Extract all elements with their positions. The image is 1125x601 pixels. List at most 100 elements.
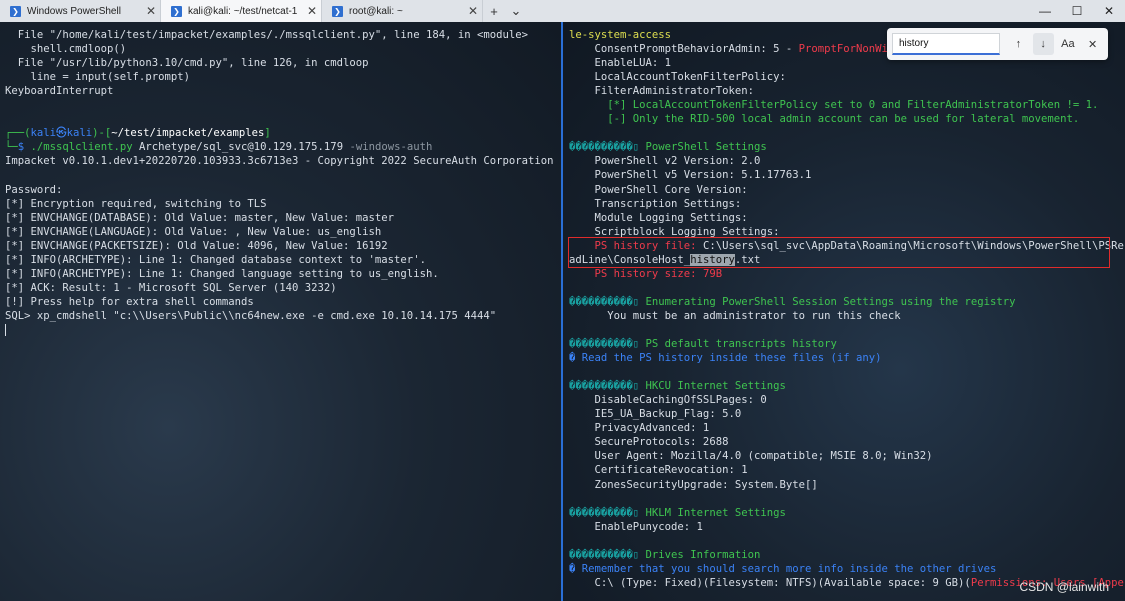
terminal-text: [!] Press help for extra shell commands xyxy=(5,295,254,308)
terminal-line: Scriptblock Logging Settings: xyxy=(569,225,1125,239)
tab-windows-powershell[interactable]: ❯ Windows PowerShell ✕ xyxy=(0,0,161,22)
terminal-text: $ xyxy=(17,141,31,154)
terminal-text: ZonesSecurityUpgrade: System.Byte[] xyxy=(569,478,818,491)
terminal-line: PowerShell v5 Version: 5.1.17763.1 xyxy=(569,168,1125,182)
find-next-button[interactable]: ↓ xyxy=(1032,33,1054,55)
powershell-icon: ❯ xyxy=(171,5,182,17)
find-previous-button[interactable]: ↑ xyxy=(1008,33,1029,55)
terminal-text: [-] Only the RID-500 local admin account… xyxy=(569,113,1080,126)
terminal-line: You must be an administrator to run this… xyxy=(569,309,1125,323)
terminal-line: DisableCachingOfSSLPages: 0 xyxy=(569,393,1125,407)
close-tab-icon[interactable]: ✕ xyxy=(464,4,482,18)
terminal-text: [*] Encryption required, switching to TL… xyxy=(5,197,267,210)
terminal-text: Password: xyxy=(5,183,63,196)
tab-root-kali[interactable]: ❯ root@kali: ~ ✕ xyxy=(322,0,483,22)
right-terminal-pane[interactable]: le-system-access ConsentPromptBehaviorAd… xyxy=(563,22,1125,601)
terminal-text: ���������� xyxy=(569,295,633,308)
terminal-text: Drives Information xyxy=(645,548,761,561)
terminal-text: File "/home/kali/test/impacket/examples/… xyxy=(5,29,528,41)
terminal-text: ���������� xyxy=(569,506,633,519)
terminal-text: PS history size: xyxy=(569,267,703,280)
terminal-line: PrivacyAdvanced: 1 xyxy=(569,421,1125,435)
terminal-text: ▯ xyxy=(632,141,646,154)
terminal-text: Transcription Settings: xyxy=(569,197,742,210)
tab-bar: ❯ Windows PowerShell ✕ ❯ kali@kali: ~/te… xyxy=(0,0,1125,22)
terminal-line: [*] ENVCHANGE(LANGUAGE): Old Value: , Ne… xyxy=(5,225,561,239)
terminal-text: ���������� xyxy=(569,380,633,393)
terminal-line: File "/usr/lib/python3.10/cmd.py", line … xyxy=(5,56,561,70)
terminal-text: KeyboardInterrupt xyxy=(5,85,114,98)
terminal-text: [*] ENVCHANGE(DATABASE): Old Value: mast… xyxy=(5,211,395,224)
close-tab-icon[interactable]: ✕ xyxy=(303,4,321,18)
left-terminal-pane[interactable]: File "/home/kali/test/impacket/examples/… xyxy=(0,22,561,601)
close-tab-icon[interactable]: ✕ xyxy=(142,4,160,18)
tab-label: root@kali: ~ xyxy=(349,5,403,17)
terminal-text: ┌──( xyxy=(5,127,31,140)
terminal-text: File "/usr/lib/python3.10/cmd.py", line … xyxy=(5,57,369,70)
terminal-line: KeyboardInterrupt xyxy=(5,84,561,98)
terminal-text: [*] ENVCHANGE(LANGUAGE): Old Value: , Ne… xyxy=(5,225,382,238)
terminal-text: ] xyxy=(264,127,271,140)
terminal-line: [*] ENVCHANGE(DATABASE): Old Value: mast… xyxy=(5,211,561,225)
terminal-text: LocalAccountTokenFilterPolicy: xyxy=(569,71,786,84)
terminal-text: You must be an administrator to run this… xyxy=(569,309,901,322)
terminal-text: PowerShell Settings xyxy=(645,141,767,154)
tab-bar-drag-area[interactable] xyxy=(527,0,1029,22)
terminal-text: � Remember that you should search more i… xyxy=(569,562,997,575)
terminal-line: ZonesSecurityUpgrade: System.Byte[] xyxy=(569,478,1125,492)
tab-dropdown-button[interactable]: ⌄ xyxy=(505,0,527,22)
tab-label: kali@kali: ~/test/netcat-1.11 xyxy=(188,5,297,17)
terminal-text: PS default transcripts history xyxy=(645,338,837,351)
terminal-text: HKCU Internet Settings xyxy=(645,380,786,393)
terminal-text: 79B xyxy=(702,267,723,280)
terminal-text: [*] INFO(ARCHETYPE): Line 1: Changed lan… xyxy=(5,267,439,280)
terminal-text: ~/test/impacket/examples xyxy=(111,127,265,140)
terminal-line: [!] Press help for extra shell commands xyxy=(5,295,561,309)
terminal-line: File "/home/kali/test/impacket/examples/… xyxy=(5,28,561,42)
new-tab-button[interactable]: + xyxy=(483,0,505,22)
terminal-text: ���������� xyxy=(569,338,633,351)
minimize-button[interactable]: — xyxy=(1029,0,1061,22)
maximize-button[interactable]: ☐ xyxy=(1061,0,1093,22)
terminal-text: HKLM Internet Settings xyxy=(645,506,786,519)
terminal-text: ./mssqlclient.py xyxy=(30,141,133,154)
terminal-line: [*] ACK: Result: 1 - Microsoft SQL Serve… xyxy=(5,281,561,295)
terminal-text: Module Logging Settings: xyxy=(569,211,748,224)
terminal-line: Impacket v0.10.1.dev1+20220720.103933.3c… xyxy=(5,154,561,168)
terminal-text: adLine\ConsoleHost_ xyxy=(569,253,691,266)
find-close-button[interactable]: ✕ xyxy=(1082,33,1103,55)
terminal-text: PS history file: xyxy=(569,239,703,252)
terminal-text: le-system-access xyxy=(569,29,672,41)
match-case-button[interactable]: Aa xyxy=(1058,33,1079,55)
terminal-text: IE5_UA_Backup_Flag: 5.0 xyxy=(569,408,742,421)
terminal-line: SecureProtocols: 2688 xyxy=(569,435,1125,449)
terminal-line: Module Logging Settings: xyxy=(569,211,1125,225)
terminal-text: ���������� xyxy=(569,141,633,154)
terminal-text: history xyxy=(690,253,735,266)
terminal-line: [-] Only the RID-500 local admin account… xyxy=(569,112,1125,126)
terminal-text: -windows-auth xyxy=(349,141,433,154)
terminal-text: Scriptblock Logging Settings: xyxy=(569,225,780,238)
terminal-text: DisableCachingOfSSLPages: 0 xyxy=(569,394,767,407)
terminal-text: ConsentPromptBehaviorAdmin: 5 - xyxy=(569,43,799,56)
terminal-text: FilterAdministratorToken: xyxy=(569,85,754,98)
terminal-text: ▯ xyxy=(632,380,646,393)
terminal-text: SecureProtocols: 2688 xyxy=(569,436,729,449)
terminal-line: [*] ENVCHANGE(PACKETSIZE): Old Value: 40… xyxy=(5,239,561,253)
terminal-line: LocalAccountTokenFilterPolicy: xyxy=(569,70,1125,84)
tab-kali-netcat[interactable]: ❯ kali@kali: ~/test/netcat-1.11 ✕ xyxy=(161,0,322,22)
terminal-line: ����������▯ HKLM Internet Settings xyxy=(569,506,1125,520)
window-close-button[interactable]: ✕ xyxy=(1093,0,1125,22)
terminal-line: ����������▯ HKCU Internet Settings xyxy=(569,379,1125,393)
terminal-text: Impacket v0.10.1.dev1+20220720.103933.3c… xyxy=(5,155,554,168)
terminal-text: Archetype/sql_svc@10.129.175.179 xyxy=(132,141,350,154)
terminal-text: ▯ xyxy=(632,338,646,351)
terminal-text: PowerShell v2 Version: 2.0 xyxy=(569,155,761,168)
find-search-input[interactable] xyxy=(892,33,1000,55)
